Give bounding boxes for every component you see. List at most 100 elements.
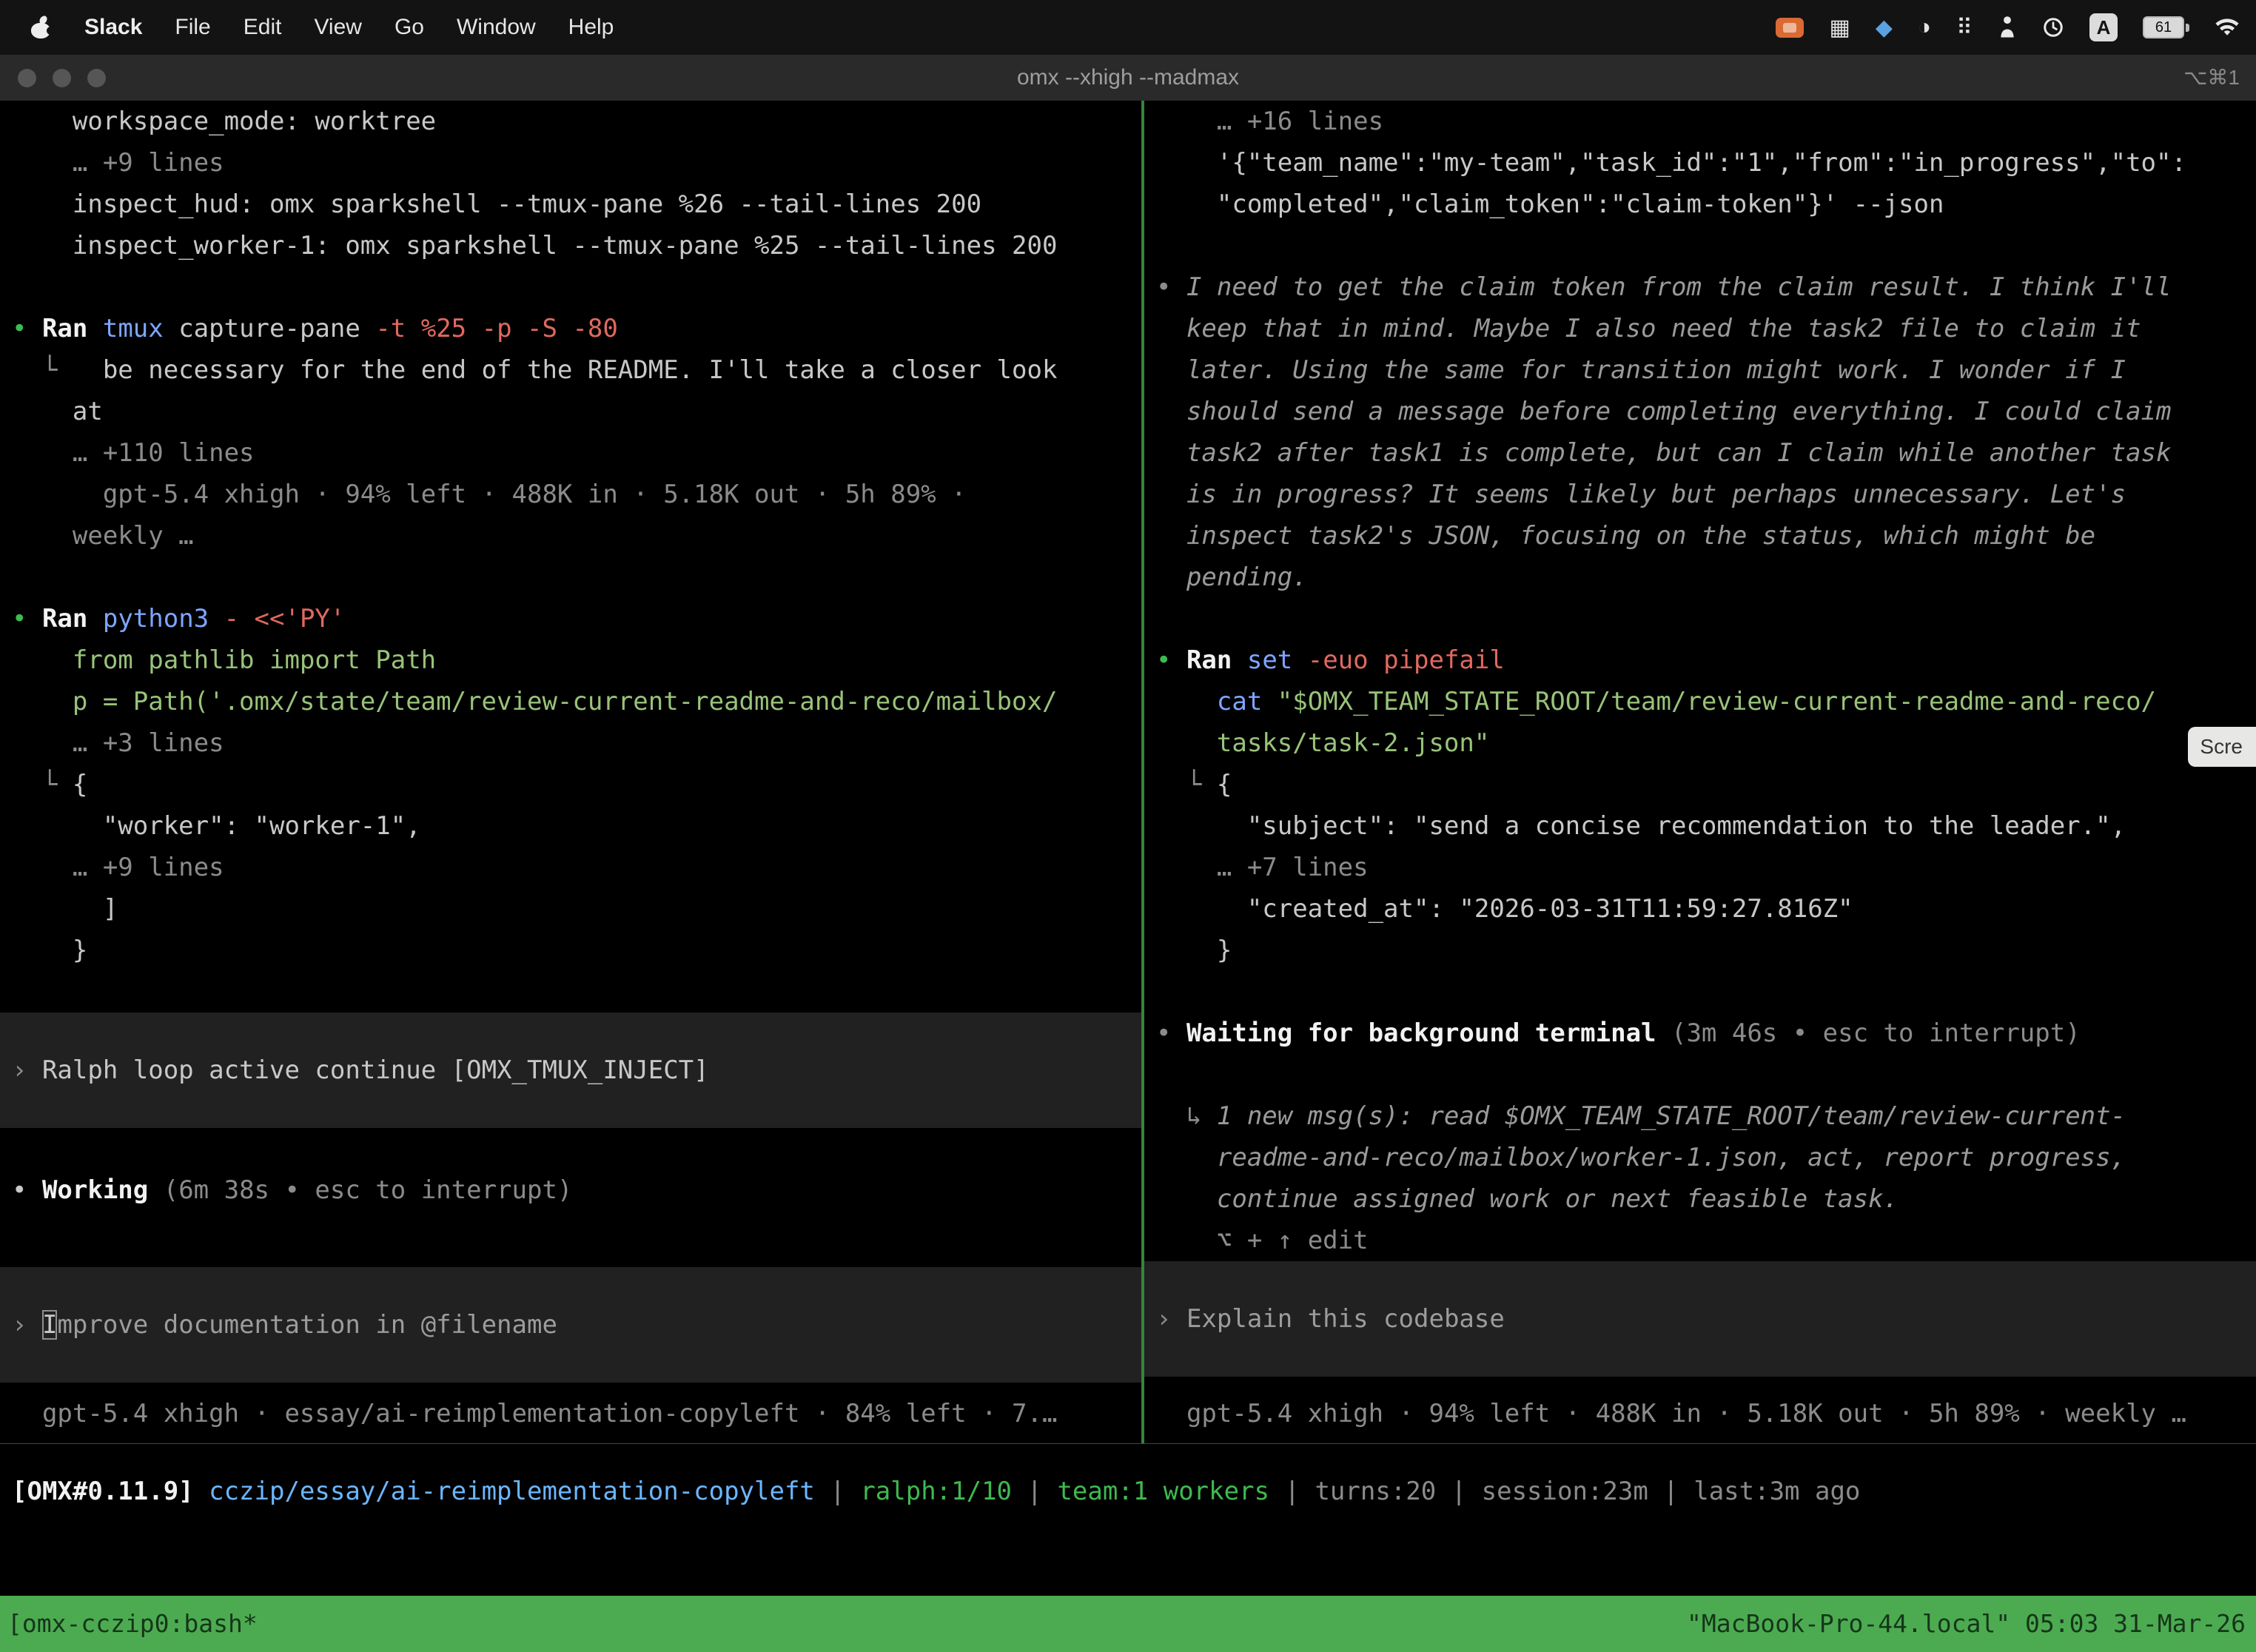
terminal-text: from pathlib import Path [12, 645, 436, 675]
terminal-text: … +3 lines [12, 728, 224, 758]
terminal-line [1144, 598, 2256, 639]
terminal-text: gpt-5.4 xhigh · 94% left · 488K in · 5.1… [12, 480, 967, 509]
input-source-icon[interactable]: A [2089, 13, 2118, 41]
tmux-pane-right[interactable]: … +16 lines '{"team_name":"my-team","tas… [1144, 101, 2256, 1443]
terminal-line: later. Using the same for transition mig… [1144, 349, 2256, 391]
terminal-text: … +16 lines [1156, 107, 1383, 136]
terminal-text: pending. [1156, 563, 1308, 592]
menu-bar-status-icons: ▦ ◆ ◑ ⠿ A 61 [1776, 13, 2256, 41]
menu-edit[interactable]: Edit [244, 15, 282, 40]
terminal-line: ⌥ + ↑ edit [1144, 1220, 2256, 1261]
terminal-text: › [12, 1055, 42, 1085]
terminal-text: › [1156, 1304, 1186, 1334]
window-shortcut-hint: ⌥⌘1 [2183, 55, 2240, 101]
grid-app-icon[interactable]: ▦ [1829, 15, 1850, 41]
terminal-line: } [0, 930, 1141, 971]
terminal-text: ↳ [1156, 1101, 1217, 1131]
terminal-line: task2 after task1 is complete, but can I… [1144, 432, 2256, 474]
terminal-text: "$OMX_TEAM_STATE_ROOT/team/review-curren… [1278, 687, 2156, 716]
terminal-text: p = Path('.omx/state/team/review-current… [12, 687, 1057, 716]
terminal-text: cczip/essay/ai-reimplementation-copyleft [209, 1477, 815, 1506]
apple-menu-icon[interactable] [30, 15, 52, 40]
terminal-text: python3 [103, 604, 224, 634]
terminal-text: | [815, 1477, 860, 1506]
terminal-line: readme-and-reco/mailbox/worker-1.json, a… [1144, 1137, 2256, 1178]
terminal-line: • Ran python3 - <<'PY' [0, 598, 1141, 639]
terminal-line: weekly … [0, 515, 1141, 557]
omx-status-line: [OMX#0.11.9] cczip/essay/ai-reimplementa… [0, 1444, 2256, 1512]
terminal-text: Ralph loop active continue [OMX_TMUX_INJ… [42, 1055, 709, 1085]
terminal-line: • Ran set -euo pipefail [1144, 639, 2256, 681]
terminal-text: mprove documentation in @filename [57, 1310, 557, 1340]
menu-bar: Slack File Edit View Go Window Help ▦ ◆ … [0, 0, 2256, 55]
tmux-status-bar: [omx-cczip0:bash* "MacBook-Pro-44.local"… [0, 1596, 2256, 1652]
dark-circle-app-icon[interactable]: ◑ [1918, 15, 1931, 40]
terminal-text: { [73, 770, 87, 799]
terminal-text: continue assigned work or next feasible … [1156, 1184, 1899, 1214]
terminal-line: … +3 lines [0, 722, 1141, 764]
tmux-pane-left[interactable]: workspace_mode: worktree … +9 lines insp… [0, 101, 1141, 1443]
terminal-line: p = Path('.omx/state/team/review-current… [0, 681, 1141, 722]
menu-file[interactable]: File [175, 15, 210, 40]
terminal-line: "subject": "send a concise recommendatio… [1144, 805, 2256, 847]
terminal-line: "completed","claim_token":"claim-token"}… [1144, 184, 2256, 225]
terminal-line [1144, 1054, 2256, 1095]
menu-window[interactable]: Window [457, 15, 536, 40]
terminal-text: last:3m ago [1693, 1477, 1860, 1506]
terminal-text: └ [12, 355, 103, 385]
terminal-text: Working [42, 1175, 164, 1205]
terminal-line: … +9 lines [0, 142, 1141, 184]
terminal-text: turns:20 [1315, 1477, 1436, 1506]
terminal-text: 1 new msg(s): read $OMX_TEAM_STATE_ROOT/… [1217, 1101, 2126, 1131]
terminal-line: pending. [1144, 557, 2256, 598]
terminal-line: … +7 lines [1144, 847, 2256, 888]
window-title: omx --xhigh --madmax [0, 55, 2256, 101]
battery-percent: 61 [2155, 19, 2172, 36]
prompt-suggestion[interactable]: › Ralph loop active continue [OMX_TMUX_I… [0, 1013, 1141, 1128]
menu-go[interactable]: Go [395, 15, 424, 40]
clock-app-icon[interactable] [2042, 16, 2064, 38]
terminal-text: … +9 lines [12, 148, 224, 178]
prompt-suggestion[interactable]: › Explain this codebase [1144, 1261, 2256, 1377]
dots-grid-app-icon[interactable]: ⠿ [1956, 15, 1973, 41]
terminal-text: (6m 38s • esc to interrupt) [164, 1175, 573, 1205]
terminal-text: "worker": "worker-1", [12, 811, 421, 841]
menu-help[interactable]: Help [568, 15, 614, 40]
terminal-line: … +110 lines [0, 432, 1141, 474]
menu-view[interactable]: View [314, 15, 361, 40]
battery-icon[interactable]: 61 [2143, 16, 2189, 38]
menu-bar-left: Slack File Edit View Go Window Help [0, 15, 614, 40]
omx-status-bar: [OMX#0.11.9] cczip/essay/ai-reimplementa… [0, 1443, 2256, 1596]
terminal-text: tasks/task-2.json" [1156, 728, 1489, 758]
terminal-text: Ran [42, 604, 103, 634]
person-app-icon[interactable] [1998, 16, 2017, 39]
terminal-text: inspect task2's JSON, focusing on the st… [1156, 521, 2095, 551]
terminal-text: • [12, 314, 42, 343]
terminal-line [0, 266, 1141, 308]
terminal-text: set [1247, 645, 1308, 675]
terminal-text: └ [12, 770, 73, 799]
terminal-content: workspace_mode: worktree … +9 lines insp… [0, 101, 2256, 1443]
wifi-icon[interactable] [2215, 18, 2240, 37]
terminal-text: … +110 lines [12, 438, 255, 468]
terminal-text: • [12, 604, 42, 634]
blue-app-icon[interactable]: ◆ [1876, 15, 1893, 41]
terminal-line: } [1144, 930, 2256, 971]
screen-share-tooltip: Scre [2188, 727, 2256, 767]
terminal-line: • Ran tmux capture-pane -t %25 -p -S -80 [0, 308, 1141, 349]
prompt-suggestion[interactable]: › Improve documentation in @filename [0, 1267, 1141, 1383]
terminal-line: └ { [1144, 764, 2256, 805]
screen-recording-icon[interactable] [1776, 18, 1804, 38]
terminal-line: "created_at": "2026-03-31T11:59:27.816Z" [1144, 888, 2256, 930]
window-titlebar: omx --xhigh --madmax ⌥⌘1 [0, 55, 2256, 101]
tmux-session-label: [omx-cczip0:bash* [7, 1596, 258, 1652]
terminal-text: later. Using the same for transition mig… [1156, 355, 2126, 385]
terminal-line [1144, 225, 2256, 266]
terminal-line [0, 1211, 1141, 1252]
terminal-text: inspect_hud: omx sparkshell --tmux-pane … [12, 189, 981, 219]
text-cursor: I [42, 1310, 57, 1340]
terminal-line [0, 1128, 1141, 1169]
terminal-text: … +9 lines [12, 853, 224, 882]
app-menu-slack[interactable]: Slack [84, 15, 142, 40]
terminal-text: [OMX#0.11.9] [12, 1477, 209, 1506]
